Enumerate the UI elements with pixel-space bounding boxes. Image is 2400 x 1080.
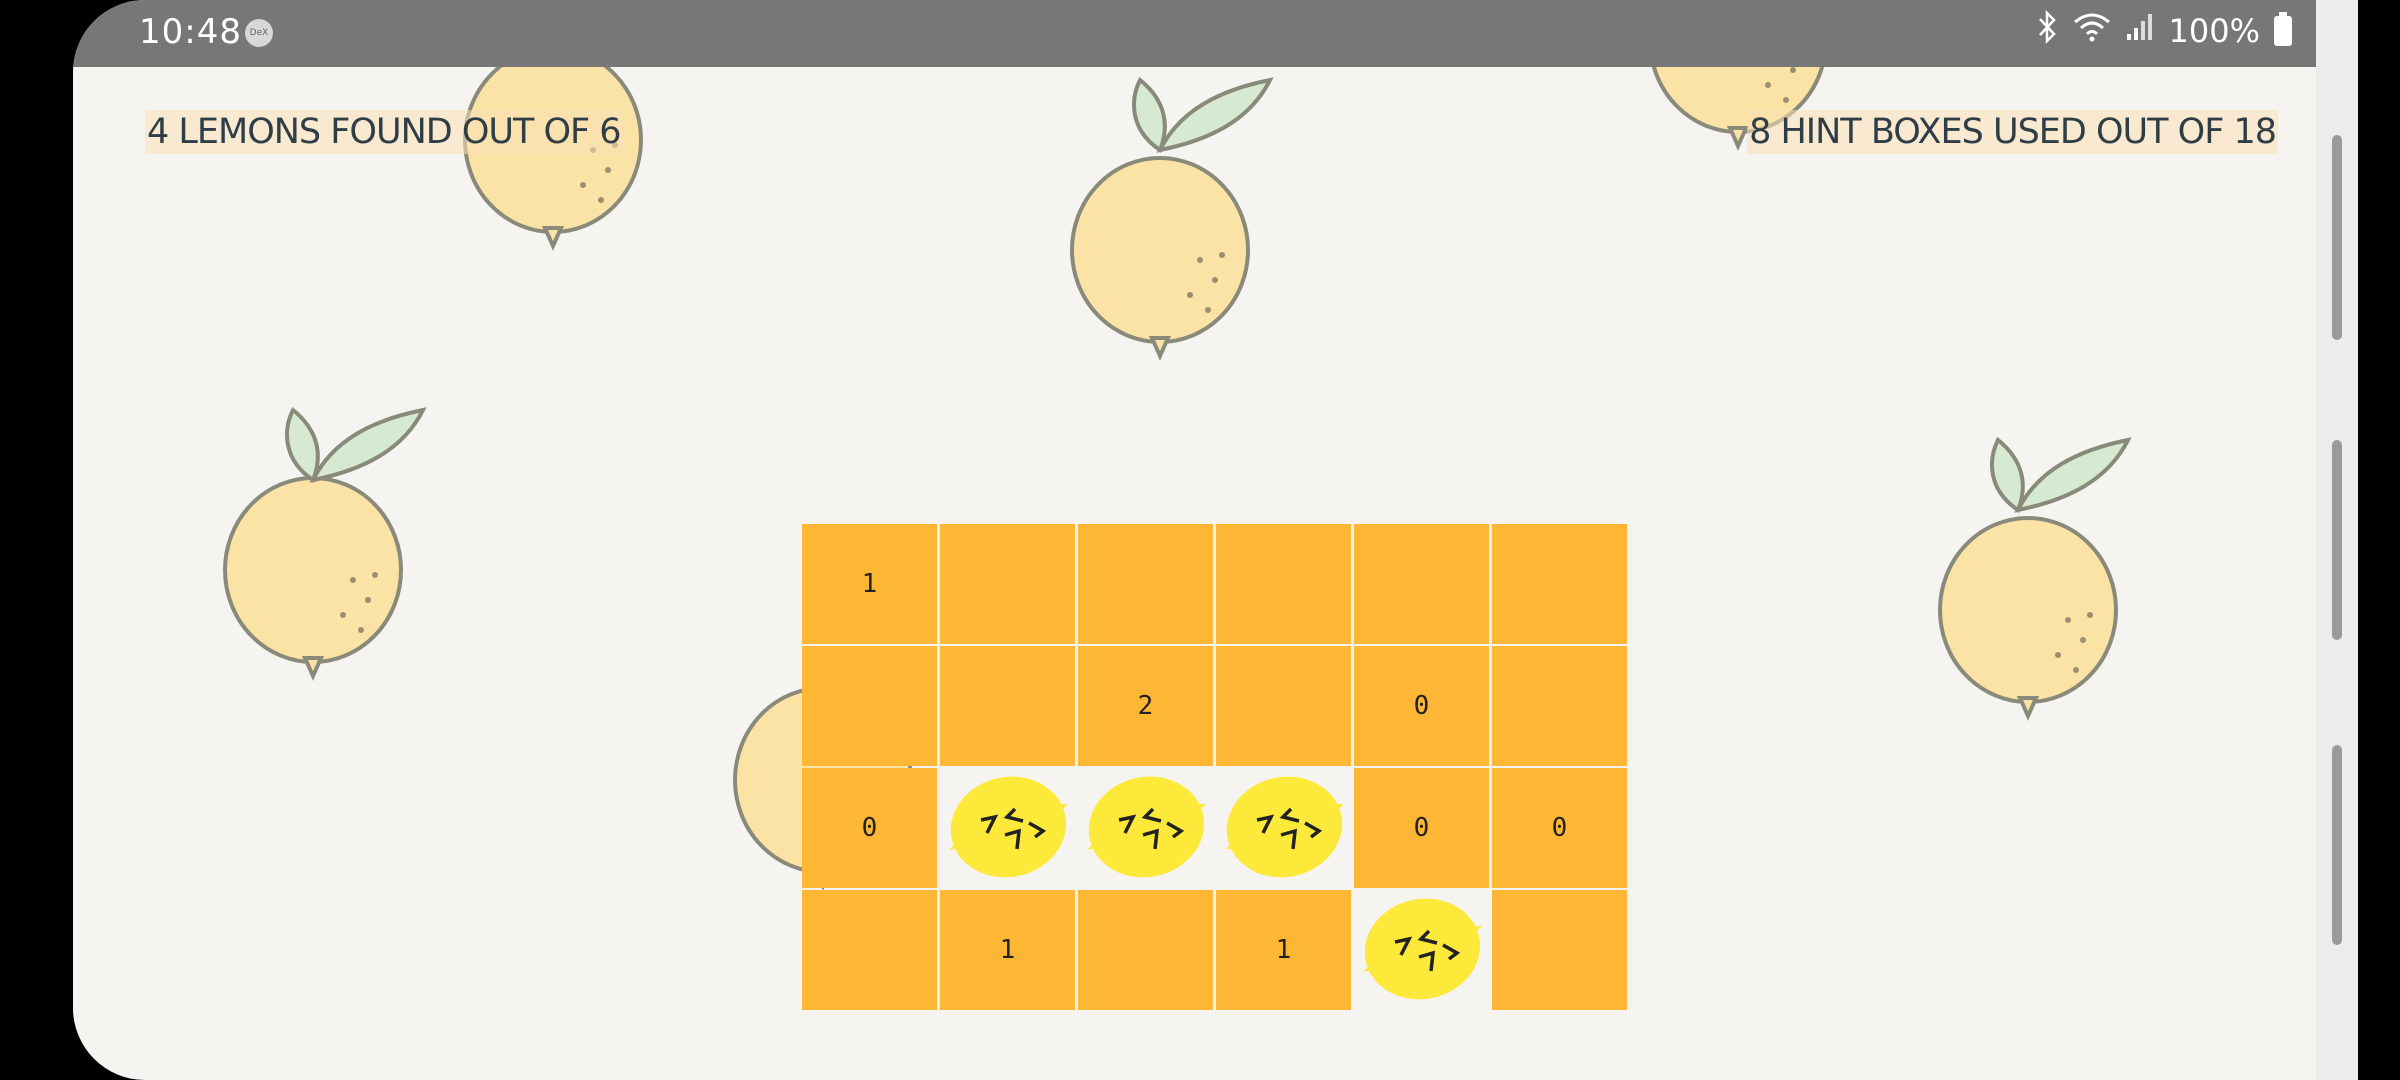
grid-cell[interactable]: [1354, 524, 1489, 644]
lemon-icon: [1081, 765, 1211, 892]
hint-number: 1: [861, 569, 878, 599]
scrollbar-thumb[interactable]: [2332, 440, 2342, 640]
hint-number: 0: [1551, 813, 1568, 843]
signal-icon: [2125, 12, 2155, 50]
status-bar: 10:48 DeX 100%: [73, 0, 2358, 67]
grid-cell[interactable]: [802, 646, 937, 766]
grid-cell[interactable]: 0: [1354, 646, 1489, 766]
grid-cell[interactable]: 1: [802, 524, 937, 644]
grid-cell[interactable]: [802, 890, 937, 1010]
grid-cell[interactable]: [940, 646, 1075, 766]
grid-cell[interactable]: [1492, 524, 1627, 644]
grid-cell-lemon: [940, 768, 1075, 888]
grid-cell[interactable]: [1216, 524, 1351, 644]
lemon-icon: [1357, 887, 1487, 1014]
grid-cell[interactable]: [1492, 890, 1627, 1010]
hint-boxes-counter: 8 HINT BOXES USED OUT OF 18: [1747, 110, 2278, 154]
dex-badge-icon: DeX: [245, 19, 273, 47]
bluetooth-icon: [2035, 9, 2059, 52]
wifi-icon: [2073, 12, 2111, 50]
battery-icon: [2274, 12, 2292, 46]
grid-cell[interactable]: 1: [1216, 890, 1351, 1010]
grid-cell-lemon: [1216, 768, 1351, 888]
scrollbar-thumb[interactable]: [2332, 135, 2342, 340]
status-time: 10:48: [139, 12, 242, 52]
lemon-grid: 1 2 0 0 0 0 1 1: [802, 524, 1630, 1012]
status-icons: 100%: [2035, 9, 2292, 52]
grid-cell[interactable]: [1078, 524, 1213, 644]
grid-cell[interactable]: 1: [940, 890, 1075, 1010]
grid-cell[interactable]: [1078, 890, 1213, 1010]
lemon-icon: [943, 765, 1073, 892]
grid-cell[interactable]: 0: [1354, 768, 1489, 888]
grid-cell[interactable]: 0: [1492, 768, 1627, 888]
hint-number: 0: [861, 813, 878, 843]
grid-cell-lemon: [1354, 890, 1489, 1010]
grid-cell-lemon: [1078, 768, 1213, 888]
hint-number: 0: [1413, 691, 1430, 721]
lemons-found-counter: 4 LEMONS FOUND OUT OF 6: [145, 110, 623, 154]
lemon-icon: [1219, 765, 1349, 892]
battery-percent: 100%: [2168, 12, 2260, 50]
grid-cell[interactable]: [940, 524, 1075, 644]
hint-number: 1: [1275, 935, 1292, 965]
grid-cell[interactable]: 0: [802, 768, 937, 888]
grid-cell[interactable]: 2: [1078, 646, 1213, 766]
scrollbar[interactable]: [2316, 0, 2358, 1080]
hint-number: 0: [1413, 813, 1430, 843]
hint-number: 2: [1137, 691, 1154, 721]
grid-cell[interactable]: [1492, 646, 1627, 766]
game-screen: 10:48 DeX 100% 4 LEMONS FOUND OUT OF 6 8…: [73, 0, 2358, 1080]
scrollbar-thumb[interactable]: [2332, 745, 2342, 945]
hint-number: 1: [999, 935, 1016, 965]
grid-cell[interactable]: [1216, 646, 1351, 766]
